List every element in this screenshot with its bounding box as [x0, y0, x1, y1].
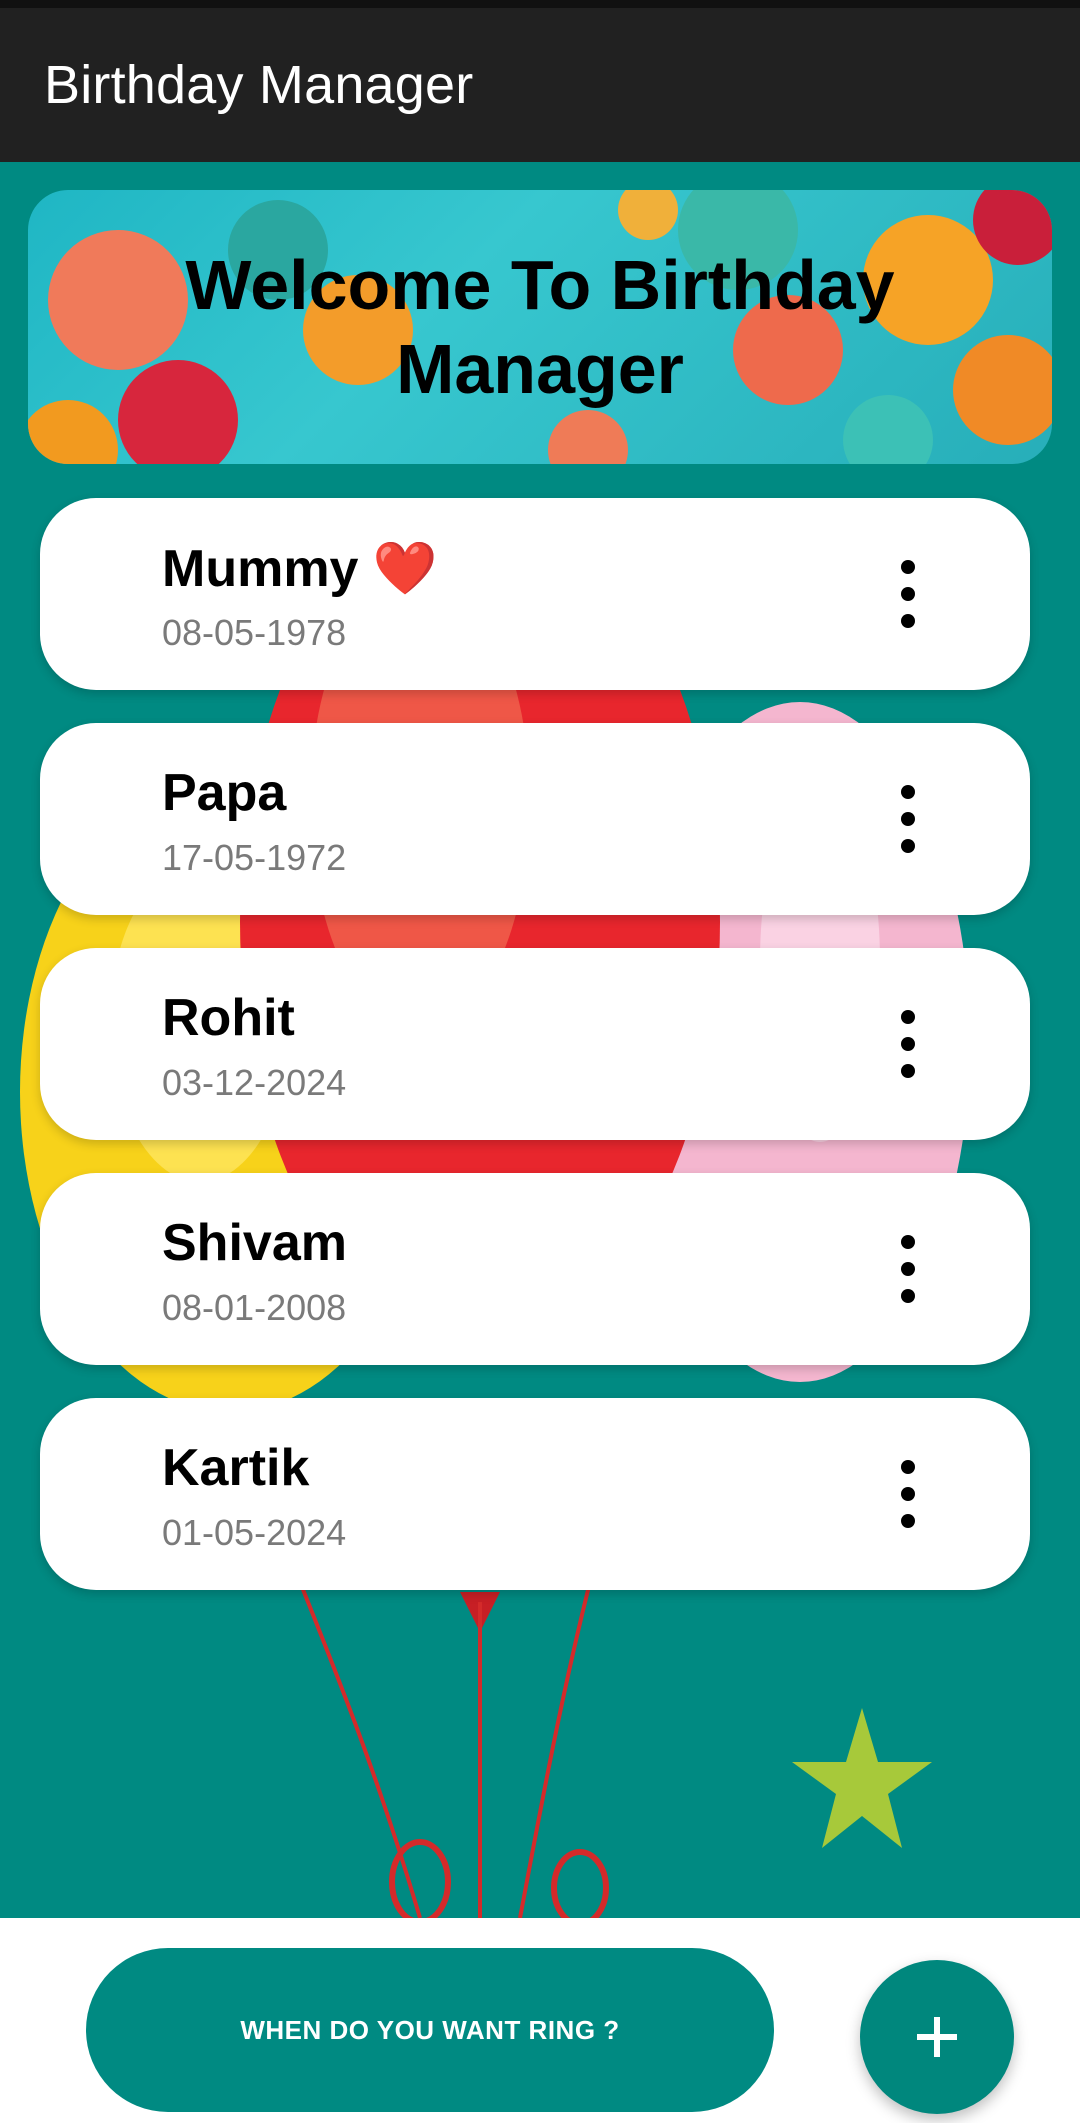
birthday-card[interactable]: Papa 17-05-1972 — [40, 723, 1030, 915]
birthday-card[interactable]: Mummy ❤️ 08-05-1978 — [40, 498, 1030, 690]
birthday-name: Shivam — [162, 1214, 347, 1272]
banner-title: Welcome To Birthday Manager — [185, 246, 895, 408]
birthday-date: 08-05-1978 — [162, 612, 347, 653]
more-options-icon[interactable] — [896, 1235, 920, 1303]
birthday-name: Rohit — [162, 989, 295, 1047]
status-strip — [0, 0, 1080, 8]
birthday-date: 03-12-2024 — [162, 1062, 347, 1103]
add-birthday-button[interactable] — [860, 1960, 1014, 2114]
birthday-date: 17-05-1972 — [162, 837, 347, 878]
more-options-icon[interactable] — [896, 560, 920, 628]
birthday-date: 08-01-2008 — [162, 1287, 347, 1328]
welcome-banner: Welcome To Birthday Manager — [28, 190, 1052, 464]
app-bar: Birthday Manager — [0, 8, 1080, 162]
ring-time-button[interactable]: WHEN DO YOU WANT RING ? — [86, 1948, 774, 2112]
birthday-card[interactable]: Shivam 08-01-2008 — [40, 1173, 1030, 1365]
birthday-name: Mummy ❤️ — [162, 540, 438, 598]
main-content[interactable]: Welcome To Birthday Manager Mummy ❤️ 08-… — [0, 162, 1080, 1918]
bottom-bar: WHEN DO YOU WANT RING ? — [0, 1918, 1080, 2123]
birthday-card[interactable]: Rohit 03-12-2024 — [40, 948, 1030, 1140]
more-options-icon[interactable] — [896, 785, 920, 853]
birthday-card[interactable]: Kartik 01-05-2024 — [40, 1398, 1030, 1590]
more-options-icon[interactable] — [896, 1460, 920, 1528]
birthday-date: 01-05-2024 — [162, 1512, 347, 1553]
birthday-name: Papa — [162, 764, 287, 822]
birthday-name: Kartik — [162, 1439, 310, 1497]
plus-icon — [917, 2017, 957, 2057]
app-title: Birthday Manager — [44, 55, 474, 115]
more-options-icon[interactable] — [896, 1010, 920, 1078]
